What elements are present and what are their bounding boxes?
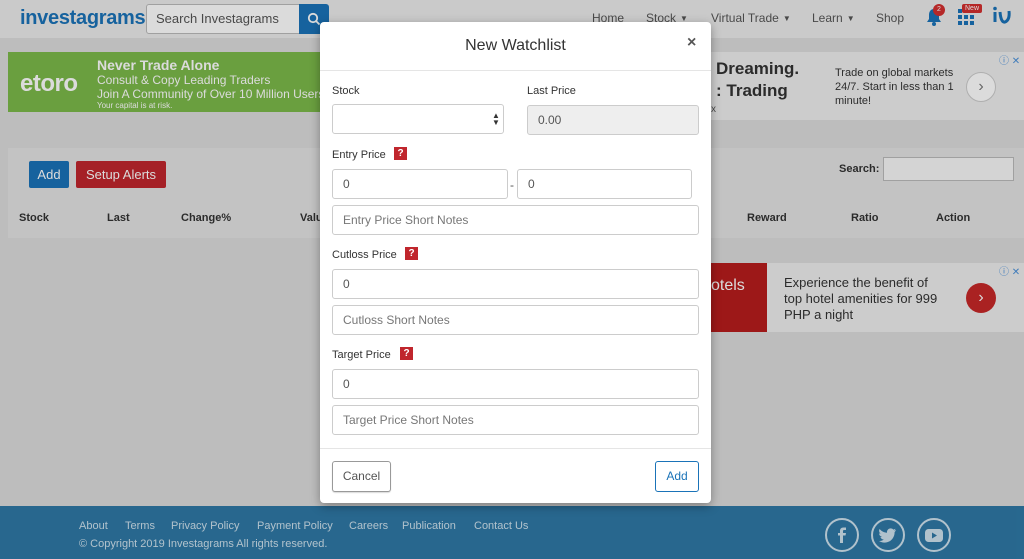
entry-price-from-input[interactable] [332, 169, 508, 199]
last-price-label: Last Price [527, 85, 576, 97]
entry-price-to-input[interactable] [517, 169, 692, 199]
target-price-input[interactable] [332, 369, 699, 399]
divider [320, 70, 711, 71]
close-icon[interactable]: × [687, 34, 696, 52]
cutloss-notes-input[interactable] [332, 305, 699, 335]
last-price-field [527, 105, 699, 135]
target-price-label: Target Price [332, 349, 391, 361]
cutloss-price-label: Cutloss Price [332, 249, 397, 261]
cancel-button[interactable]: Cancel [332, 461, 391, 492]
modal-title: New Watchlist [465, 37, 566, 54]
stock-select[interactable] [332, 104, 504, 134]
divider [320, 448, 711, 449]
range-separator: - [510, 178, 514, 192]
target-notes-input[interactable] [332, 405, 699, 435]
select-arrows-icon: ▲ ▼ [492, 111, 500, 127]
entry-notes-input[interactable] [332, 205, 699, 235]
entry-price-label: Entry Price [332, 149, 386, 161]
stock-label: Stock [332, 85, 360, 97]
help-icon[interactable]: ? [400, 347, 413, 360]
add-button[interactable]: Add [655, 461, 699, 492]
help-icon[interactable]: ? [394, 147, 407, 160]
new-watchlist-modal: New Watchlist × Stock ▲▼ Last Price Entr… [320, 22, 711, 503]
help-icon[interactable]: ? [405, 247, 418, 260]
cutloss-price-input[interactable] [332, 269, 699, 299]
